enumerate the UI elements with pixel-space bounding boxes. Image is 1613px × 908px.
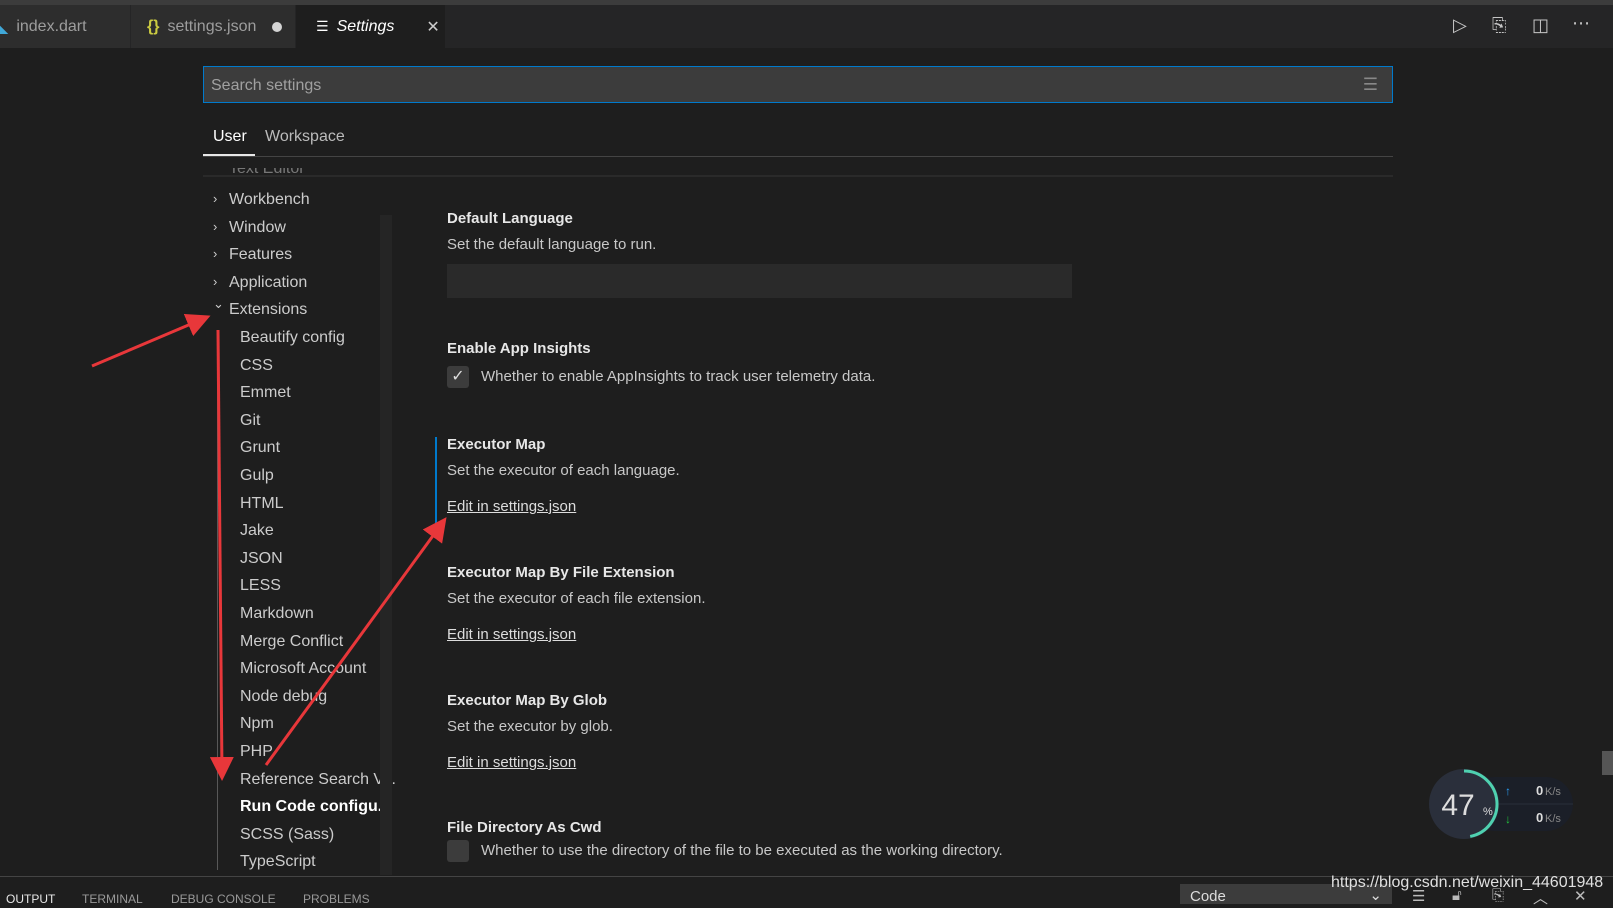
panel-tab-debug-console[interactable]: DEBUG CONSOLE	[171, 892, 276, 906]
arrow-to-edit-link	[264, 517, 447, 766]
panel-tab-problems[interactable]: PROBLEMS	[303, 892, 370, 906]
panel-tab-output[interactable]: OUTPUT	[6, 892, 55, 906]
watermark: https://blog.csdn.net/weixin_44601948	[1331, 874, 1604, 891]
annotation-arrows	[91, 313, 447, 781]
arrow-down-list	[209, 329, 234, 781]
panel-tab-terminal[interactable]: TERMINAL	[82, 892, 143, 906]
arrow-to-extensions	[91, 313, 211, 368]
